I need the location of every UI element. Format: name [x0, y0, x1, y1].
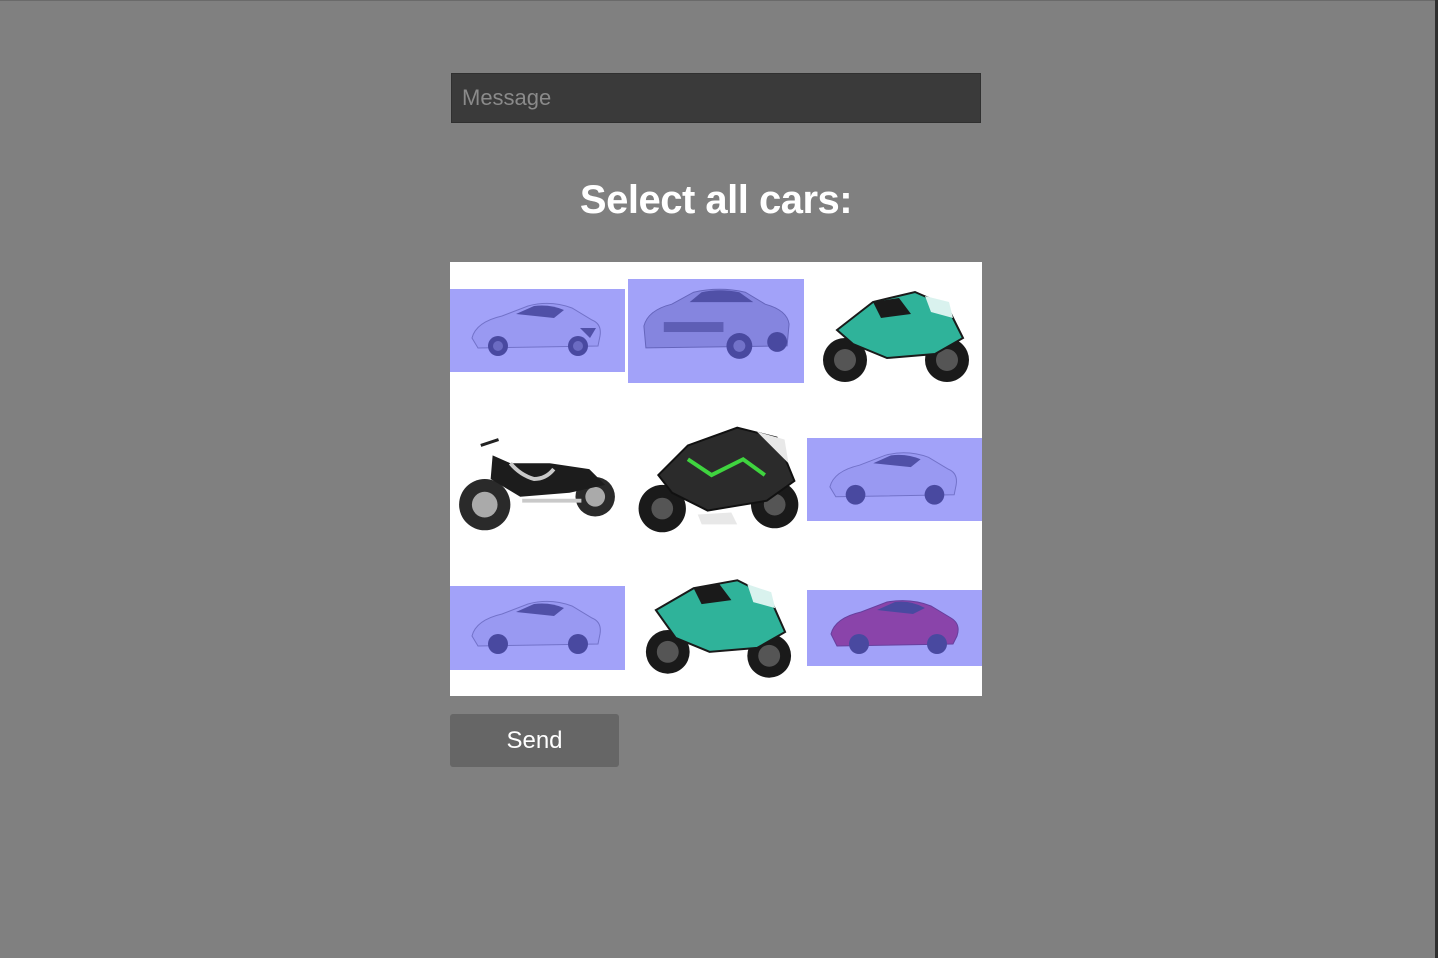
captcha-prompt-title: Select all cars: [579, 178, 853, 222]
sport-motorcycle-image [823, 290, 969, 382]
grid-tile-1[interactable] [450, 262, 625, 406]
message-input[interactable] [451, 73, 981, 123]
sports-coupe-image [808, 437, 981, 520]
sports-coupe-image [450, 289, 625, 372]
captcha-image-grid [450, 262, 982, 696]
grid-tile-8[interactable] [628, 552, 803, 696]
grid-tile-4[interactable] [450, 406, 625, 550]
sports-coupe-image [450, 586, 625, 670]
grid-tile-9[interactable] [807, 552, 982, 696]
grid-tile-5[interactable] [628, 406, 803, 550]
grid-tile-2[interactable] [628, 262, 804, 406]
send-button[interactable]: Send [450, 714, 619, 767]
red-sports-car-image [807, 590, 982, 666]
grid-tile-3[interactable] [807, 262, 982, 406]
cruiser-motorcycle-image [459, 438, 615, 531]
grid-tile-6[interactable] [807, 406, 982, 550]
grid-tile-7[interactable] [450, 552, 625, 696]
sport-motorcycle-image [645, 579, 792, 678]
window-top-border [0, 0, 1438, 1]
muscle-sedan-image [628, 279, 803, 383]
green-sport-motorcycle-image [638, 426, 799, 533]
